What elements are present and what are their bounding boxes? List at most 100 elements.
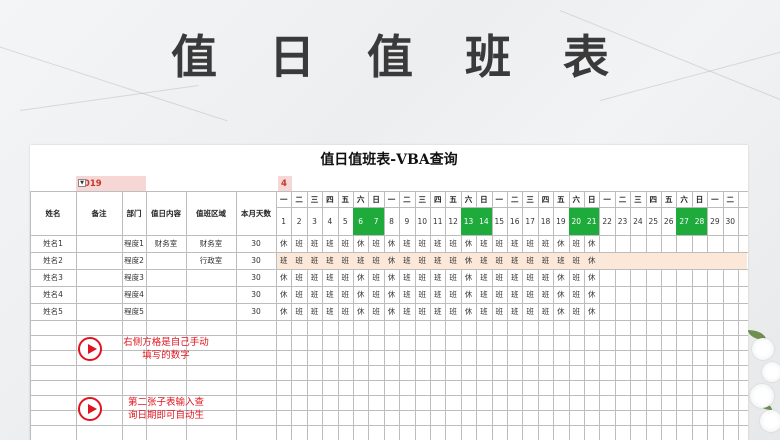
schedule-cell[interactable]: 班 (307, 269, 322, 286)
schedule-cell[interactable]: 休 (461, 286, 476, 303)
cell-dept[interactable]: 程度3 (122, 269, 146, 286)
schedule-cell[interactable]: 班 (415, 252, 430, 269)
schedule-cell[interactable]: 班 (538, 269, 553, 286)
cell-name[interactable]: 姓名1 (30, 235, 76, 252)
schedule-cell[interactable]: 班 (569, 269, 584, 286)
schedule-cell[interactable]: 休 (353, 303, 368, 320)
schedule-cell[interactable]: 班 (307, 252, 322, 269)
schedule-cell[interactable]: 休 (276, 269, 291, 286)
schedule-cell[interactable]: 班 (507, 303, 522, 320)
schedule-cell[interactable]: 班 (399, 269, 414, 286)
cell-name[interactable]: 姓名5 (30, 303, 76, 320)
play-icon[interactable] (78, 397, 102, 421)
schedule-cell[interactable]: 休 (384, 269, 399, 286)
schedule-cell[interactable]: 班 (492, 235, 507, 252)
schedule-cell[interactable]: 班 (522, 252, 537, 269)
cell-remark[interactable] (76, 252, 122, 269)
cell-month-days[interactable]: 30 (236, 235, 276, 252)
schedule-cell[interactable]: 班 (476, 252, 491, 269)
schedule-cell[interactable]: 班 (322, 252, 337, 269)
schedule-cell[interactable]: 休 (276, 235, 291, 252)
schedule-cell[interactable]: 休 (461, 303, 476, 320)
schedule-cell[interactable]: 班 (307, 303, 322, 320)
schedule-cell[interactable]: 班 (569, 235, 584, 252)
schedule-cell[interactable]: 班 (399, 286, 414, 303)
schedule-cell[interactable]: 休 (384, 252, 399, 269)
schedule-cell[interactable]: 班 (476, 303, 491, 320)
cell-name[interactable]: 姓名3 (30, 269, 76, 286)
schedule-cell[interactable]: 班 (492, 252, 507, 269)
cell-month-days[interactable]: 30 (236, 303, 276, 320)
schedule-cell[interactable]: 班 (430, 303, 445, 320)
schedule-cell[interactable]: 班 (338, 286, 353, 303)
cell-month-days[interactable]: 30 (236, 286, 276, 303)
schedule-cell[interactable]: 休 (584, 286, 599, 303)
schedule-cell[interactable]: 班 (522, 235, 537, 252)
schedule-cell[interactable]: 班 (291, 269, 306, 286)
schedule-cell[interactable]: 休 (461, 269, 476, 286)
schedule-cell[interactable]: 班 (569, 286, 584, 303)
cell-duty-area[interactable] (186, 269, 236, 286)
schedule-cell[interactable]: 班 (415, 235, 430, 252)
schedule-cell[interactable]: 班 (338, 303, 353, 320)
schedule-cell[interactable]: 班 (445, 286, 460, 303)
schedule-cell[interactable]: 班 (368, 286, 383, 303)
schedule-cell[interactable]: 休 (584, 235, 599, 252)
schedule-cell[interactable]: 班 (430, 269, 445, 286)
schedule-cell[interactable]: 班 (492, 269, 507, 286)
schedule-cell[interactable]: 班 (553, 252, 568, 269)
schedule-cell[interactable]: 班 (322, 303, 337, 320)
schedule-cell[interactable]: 班 (430, 252, 445, 269)
cell-name[interactable]: 姓名2 (30, 252, 76, 269)
schedule-cell[interactable]: 班 (415, 286, 430, 303)
cell-duty-content[interactable] (146, 269, 186, 286)
schedule-cell[interactable]: 休 (353, 235, 368, 252)
schedule-cell[interactable]: 班 (322, 269, 337, 286)
cell-month-days[interactable]: 30 (236, 252, 276, 269)
schedule-cell[interactable]: 班 (430, 235, 445, 252)
cell-name[interactable]: 姓名4 (30, 286, 76, 303)
schedule-cell[interactable]: 休 (584, 269, 599, 286)
schedule-cell[interactable]: 休 (553, 286, 568, 303)
schedule-cell[interactable]: 班 (538, 235, 553, 252)
schedule-cell[interactable]: 休 (384, 303, 399, 320)
schedule-cell[interactable]: 班 (338, 235, 353, 252)
schedule-cell[interactable]: 班 (445, 252, 460, 269)
schedule-cell[interactable]: 休 (461, 252, 476, 269)
schedule-cell[interactable]: 班 (522, 303, 537, 320)
play-icon[interactable] (78, 337, 102, 361)
schedule-cell[interactable]: 休 (553, 269, 568, 286)
schedule-cell[interactable]: 班 (538, 303, 553, 320)
cell-dept[interactable]: 程度1 (122, 235, 146, 252)
schedule-cell[interactable]: 班 (322, 286, 337, 303)
cell-remark[interactable] (76, 269, 122, 286)
schedule-cell[interactable]: 班 (522, 269, 537, 286)
schedule-cell[interactable]: 班 (399, 303, 414, 320)
cell-dept[interactable]: 程度4 (122, 286, 146, 303)
cell-remark[interactable] (76, 286, 122, 303)
schedule-cell[interactable]: 休 (276, 286, 291, 303)
schedule-cell[interactable]: 班 (338, 269, 353, 286)
schedule-cell[interactable]: 休 (276, 303, 291, 320)
schedule-cell[interactable]: 班 (415, 303, 430, 320)
cell-remark[interactable] (76, 303, 122, 320)
schedule-cell[interactable]: 班 (476, 286, 491, 303)
schedule-cell[interactable]: 班 (307, 235, 322, 252)
cell-dept[interactable]: 程度5 (122, 303, 146, 320)
schedule-cell[interactable]: 班 (399, 252, 414, 269)
schedule-cell[interactable]: 班 (368, 235, 383, 252)
cell-duty-area[interactable]: 行政室 (186, 252, 236, 269)
cell-dept[interactable]: 程度2 (122, 252, 146, 269)
cell-duty-area[interactable] (186, 303, 236, 320)
schedule-cell[interactable]: 休 (384, 235, 399, 252)
year-cell[interactable]: 2019 (76, 176, 146, 191)
schedule-cell[interactable]: 班 (507, 235, 522, 252)
schedule-cell[interactable]: 班 (445, 303, 460, 320)
schedule-cell[interactable]: 班 (507, 269, 522, 286)
schedule-cell[interactable]: 休 (461, 235, 476, 252)
month-cell[interactable]: 4 (278, 176, 292, 191)
schedule-cell[interactable]: 休 (353, 269, 368, 286)
schedule-cell[interactable]: 休 (584, 252, 599, 269)
schedule-cell[interactable]: 班 (538, 252, 553, 269)
cell-duty-area[interactable] (186, 286, 236, 303)
